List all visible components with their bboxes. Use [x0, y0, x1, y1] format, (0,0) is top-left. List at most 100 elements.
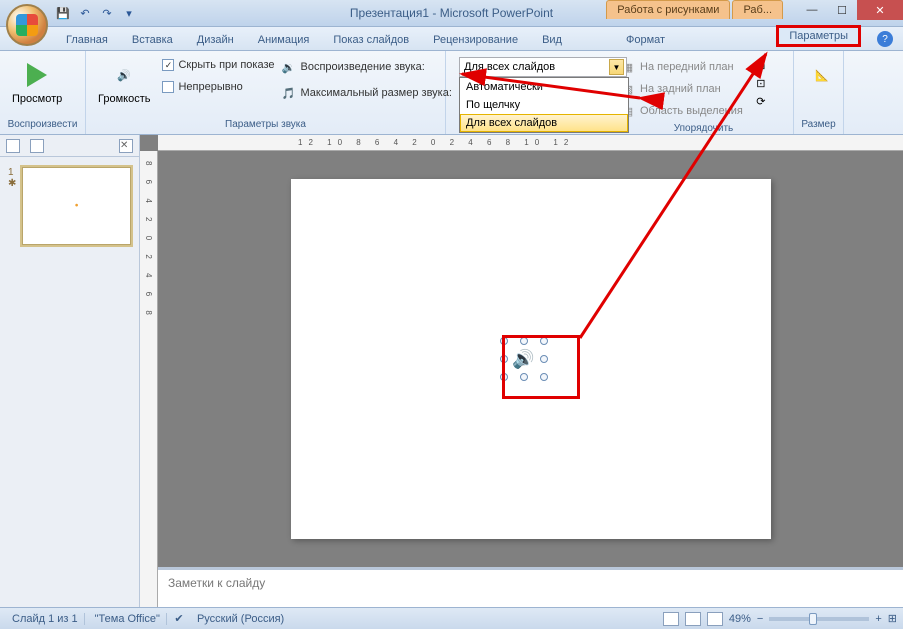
quick-access-toolbar: 💾 ↶ ↷ ▾	[54, 4, 138, 22]
workspace: ✕ 1✱ 12 10 8 6 4 2 0 2 4 6 8 10 12 8 6 4…	[0, 135, 903, 607]
view-normal-icon[interactable]	[663, 612, 679, 626]
canvas[interactable]: 🔊	[158, 151, 903, 567]
notes-placeholder: Заметки к слайду	[168, 576, 265, 590]
window-title: Презентация1 - Microsoft PowerPoint	[350, 6, 553, 20]
slide-thumbnail-1[interactable]: 1✱	[0, 157, 139, 255]
ribbon-tabs: Главная Вставка Дизайн Анимация Показ сл…	[0, 27, 903, 51]
handle-tl[interactable]	[500, 337, 508, 345]
group-size: 📐 Размер	[794, 51, 844, 134]
handle-bl[interactable]	[500, 373, 508, 381]
handle-t[interactable]	[520, 337, 528, 345]
group-play: Просмотр Воспроизвести	[0, 51, 86, 134]
tab-view[interactable]: Вид	[530, 30, 574, 50]
spellcheck-icon[interactable]: ✔	[171, 611, 187, 627]
view-sorter-icon[interactable]	[685, 612, 701, 626]
group-play-label: Воспроизвести	[6, 117, 79, 132]
thumb-number: 1✱	[8, 167, 16, 245]
preview-button[interactable]: Просмотр	[6, 57, 68, 107]
ruler-horizontal: 12 10 8 6 4 2 0 2 4 6 8 10 12	[158, 135, 903, 151]
size-button[interactable]: 📐	[800, 57, 844, 93]
help-icon[interactable]: ?	[877, 31, 893, 47]
context-tab-2[interactable]: Раб...	[732, 0, 783, 19]
tab-slideshow[interactable]: Показ слайдов	[321, 30, 421, 50]
play-sound-label: Воспроизведение звука:	[301, 61, 425, 73]
tab-format[interactable]: Формат	[614, 30, 677, 50]
align-icon[interactable]: ⊞	[753, 57, 769, 73]
handle-b[interactable]	[520, 373, 528, 381]
tab-home[interactable]: Главная	[54, 30, 120, 50]
checkbox-icon: ✓	[162, 59, 174, 71]
selection-handles	[500, 337, 548, 381]
handle-tr[interactable]	[540, 337, 548, 345]
undo-icon[interactable]: ↶	[76, 4, 94, 22]
titlebar: 💾 ↶ ↷ ▾ Презентация1 - Microsoft PowerPo…	[0, 0, 903, 27]
redo-icon[interactable]: ↷	[98, 4, 116, 22]
dd-option-auto[interactable]: Автоматически	[460, 78, 628, 96]
play-sound-row: 🔉 Воспроизведение звука:	[281, 57, 452, 77]
tab-animation[interactable]: Анимация	[246, 30, 322, 50]
rotate-icon[interactable]: ⟳	[753, 93, 769, 109]
play-sound-dropdown[interactable]: Для всех слайдов ▼ Автоматически По щелч…	[459, 57, 627, 77]
notes-pane[interactable]: Заметки к слайду	[158, 567, 903, 607]
slide-editor: 12 10 8 6 4 2 0 2 4 6 8 10 12 8 6 4 2 0 …	[140, 135, 903, 607]
zoom-slider[interactable]	[769, 617, 869, 621]
tab-design[interactable]: Дизайн	[185, 30, 246, 50]
dd-option-all[interactable]: Для всех слайдов	[460, 114, 628, 132]
save-icon[interactable]: 💾	[54, 4, 72, 22]
window-controls: — ☐ ✕	[797, 0, 903, 20]
maximize-button[interactable]: ☐	[827, 0, 857, 20]
loop-checkbox[interactable]: Непрерывно	[162, 79, 274, 95]
bring-front-button[interactable]: ▦На передний план	[620, 57, 743, 77]
minimize-button[interactable]: —	[797, 0, 827, 20]
close-button[interactable]: ✕	[857, 0, 903, 20]
contextual-tabs: Работа с рисунками Раб...	[606, 0, 783, 19]
statusbar: Слайд 1 из 1 "Тема Office" ✔ Русский (Ро…	[0, 607, 903, 629]
handle-l[interactable]	[500, 355, 508, 363]
group-sound-params-label: Параметры звука	[92, 117, 439, 132]
context-tab-picture-tools[interactable]: Работа с рисунками	[606, 0, 730, 19]
thumbnail-image	[22, 167, 131, 245]
max-size-label: Максимальный размер звука:	[301, 87, 452, 99]
fit-icon[interactable]: ⊞	[888, 612, 897, 625]
sound-object[interactable]: 🔊	[506, 343, 542, 375]
loop-label: Непрерывно	[178, 81, 242, 93]
office-button[interactable]	[6, 4, 48, 46]
hide-on-show-label: Скрыть при показе	[178, 59, 274, 71]
tab-review[interactable]: Рецензирование	[421, 30, 530, 50]
checkbox-icon	[162, 81, 174, 93]
outline-tab-icon[interactable]	[30, 139, 44, 153]
slide[interactable]: 🔊	[291, 179, 771, 539]
send-back-button[interactable]: ▧На задний план	[620, 79, 743, 99]
handle-r[interactable]	[540, 355, 548, 363]
sound-play-icon: 🔉	[281, 59, 297, 75]
ribbon: Просмотр Воспроизвести 🔊 Громкость ✓ Скр…	[0, 51, 903, 135]
volume-label: Громкость	[98, 93, 150, 105]
slides-panel: ✕ 1✱	[0, 135, 140, 607]
panel-tabs: ✕	[0, 135, 139, 157]
dropdown-value: Для всех слайдов	[464, 61, 555, 73]
panel-close-icon[interactable]: ✕	[119, 139, 133, 153]
preview-label: Просмотр	[12, 93, 62, 105]
selection-pane-button[interactable]: ▤Область выделения	[620, 101, 743, 121]
handle-br[interactable]	[540, 373, 548, 381]
view-slideshow-icon[interactable]	[707, 612, 723, 626]
group-sound-params: 🔊 Громкость ✓ Скрыть при показе Непрерыв…	[86, 51, 446, 134]
hide-on-show-checkbox[interactable]: ✓ Скрыть при показе	[162, 57, 274, 73]
qat-more-icon[interactable]: ▾	[120, 4, 138, 22]
play-icon	[21, 59, 53, 91]
size-icon: 📐	[806, 59, 838, 91]
volume-button[interactable]: 🔊 Громкость	[92, 57, 156, 107]
slides-tab-icon[interactable]	[6, 139, 20, 153]
tab-insert[interactable]: Вставка	[120, 30, 185, 50]
chevron-down-icon[interactable]: ▼	[609, 59, 624, 75]
tab-parameters[interactable]: Параметры	[776, 25, 861, 47]
status-right: 49% − + ⊞	[663, 612, 897, 626]
play-sound-dropdown-wrap: Для всех слайдов ▼ Автоматически По щелч…	[459, 57, 627, 77]
group-icon[interactable]: ⊡	[753, 75, 769, 91]
group-size-label: Размер	[800, 117, 837, 132]
speaker-icon: 🔊	[108, 59, 140, 91]
dd-option-click[interactable]: По щелчку	[460, 96, 628, 114]
ruler-vertical: 8 6 4 2 0 2 4 6 8	[140, 151, 158, 607]
max-size-row: 🎵 Максимальный размер звука:	[281, 83, 452, 103]
dropdown-list: Автоматически По щелчку Для всех слайдов	[459, 77, 629, 133]
